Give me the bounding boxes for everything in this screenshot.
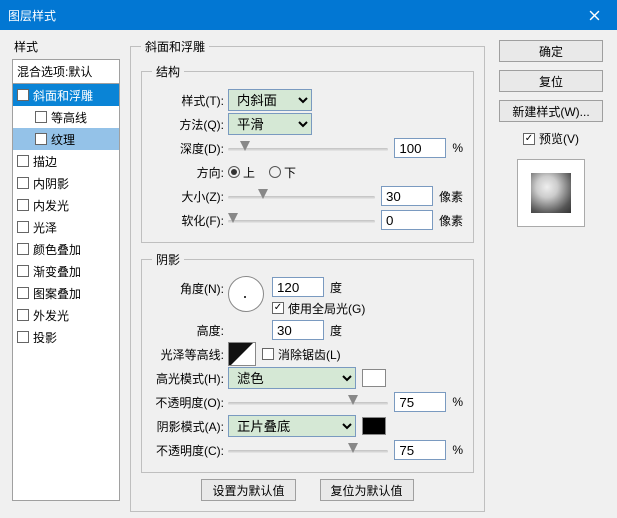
preview-label: 预览(V)	[539, 130, 579, 147]
angle-dial[interactable]	[228, 276, 264, 312]
effect-satin[interactable]: 光泽	[13, 216, 119, 238]
technique-select[interactable]: 平滑	[228, 113, 312, 135]
checkbox-outer-glow[interactable]	[17, 309, 29, 321]
checkbox-inner-glow[interactable]	[17, 199, 29, 211]
highlight-color-swatch[interactable]	[362, 369, 386, 387]
style-select[interactable]: 内斜面	[228, 89, 312, 111]
reset-default-button[interactable]: 复位为默认值	[320, 479, 414, 501]
checkbox-satin[interactable]	[17, 221, 29, 233]
size-unit: 像素	[439, 188, 463, 205]
checkbox-color-overlay[interactable]	[17, 243, 29, 255]
gloss-contour-label: 光泽等高线:	[152, 346, 228, 363]
bevel-emboss-group: 斜面和浮雕 结构 样式(T): 内斜面 方法(Q): 平滑 深度(D):	[130, 38, 485, 512]
effect-pattern-overlay[interactable]: 图案叠加	[13, 282, 119, 304]
depth-label: 深度(D):	[152, 140, 228, 157]
effect-bevel[interactable]: 斜面和浮雕	[13, 84, 119, 106]
direction-up-label: 上	[243, 164, 255, 181]
direction-down-radio[interactable]	[269, 166, 281, 178]
antialias-checkbox[interactable]	[262, 348, 274, 360]
highlight-mode-label: 高光模式(H):	[152, 370, 228, 387]
soften-slider[interactable]	[228, 214, 375, 226]
styles-heading: 样式	[12, 38, 120, 55]
window-title: 图层样式	[8, 7, 56, 24]
effect-inner-glow[interactable]: 内发光	[13, 194, 119, 216]
close-button[interactable]	[572, 0, 617, 30]
effect-outer-glow[interactable]: 外发光	[13, 304, 119, 326]
new-style-button[interactable]: 新建样式(W)...	[499, 100, 603, 122]
checkbox-bevel[interactable]	[17, 89, 29, 101]
shadow-mode-label: 阴影模式(A):	[152, 418, 228, 435]
shading-legend: 阴影	[152, 251, 184, 268]
depth-unit: %	[452, 141, 463, 155]
shadow-opacity-input[interactable]	[394, 440, 446, 460]
highlight-mode-select[interactable]: 滤色	[228, 367, 356, 389]
effect-stroke[interactable]: 描边	[13, 150, 119, 172]
blending-options-label: 混合选项:默认	[17, 65, 92, 79]
technique-label: 方法(Q):	[152, 116, 228, 133]
effect-gradient-overlay[interactable]: 渐变叠加	[13, 260, 119, 282]
shadow-mode-select[interactable]: 正片叠底	[228, 415, 356, 437]
altitude-label: 高度:	[152, 322, 228, 339]
checkbox-gradient-overlay[interactable]	[17, 265, 29, 277]
highlight-opacity-slider[interactable]	[228, 396, 388, 408]
soften-label: 软化(F):	[152, 212, 228, 229]
effect-drop-shadow[interactable]: 投影	[13, 326, 119, 348]
effect-color-overlay[interactable]: 颜色叠加	[13, 238, 119, 260]
global-light-label: 使用全局光(G)	[288, 300, 365, 317]
shadow-opacity-slider[interactable]	[228, 444, 388, 456]
checkbox-pattern-overlay[interactable]	[17, 287, 29, 299]
depth-input[interactable]	[394, 138, 446, 158]
checkbox-inner-shadow[interactable]	[17, 177, 29, 189]
highlight-opacity-label: 不透明度(O):	[152, 394, 228, 411]
angle-input[interactable]	[272, 277, 324, 297]
direction-up-radio[interactable]	[228, 166, 240, 178]
style-label: 样式(T):	[152, 92, 228, 109]
highlight-opacity-input[interactable]	[394, 392, 446, 412]
depth-slider[interactable]	[228, 142, 388, 154]
checkbox-texture[interactable]	[35, 133, 47, 145]
direction-down-label: 下	[284, 164, 296, 181]
altitude-unit: 度	[330, 322, 342, 339]
altitude-input[interactable]	[272, 320, 324, 340]
checkbox-drop-shadow[interactable]	[17, 331, 29, 343]
direction-label: 方向:	[152, 164, 228, 181]
bevel-legend: 斜面和浮雕	[141, 38, 209, 55]
close-icon	[589, 10, 600, 21]
soften-input[interactable]	[381, 210, 433, 230]
blending-options-row[interactable]: 混合选项:默认	[12, 59, 120, 83]
soften-unit: 像素	[439, 212, 463, 229]
make-default-button[interactable]: 设置为默认值	[201, 479, 295, 501]
global-light-checkbox[interactable]	[272, 302, 284, 314]
effect-contour[interactable]: 等高线	[13, 106, 119, 128]
shadow-color-swatch[interactable]	[362, 417, 386, 435]
size-input[interactable]	[381, 186, 433, 206]
size-label: 大小(Z):	[152, 188, 228, 205]
size-slider[interactable]	[228, 190, 375, 202]
preview-thumbnail	[517, 159, 585, 227]
structure-group: 结构 样式(T): 内斜面 方法(Q): 平滑 深度(D):	[141, 63, 474, 243]
preview-checkbox[interactable]	[523, 133, 535, 145]
angle-label: 角度(N):	[152, 276, 228, 297]
shadow-opacity-label: 不透明度(C):	[152, 442, 228, 459]
checkbox-contour[interactable]	[35, 111, 47, 123]
checkbox-stroke[interactable]	[17, 155, 29, 167]
angle-unit: 度	[330, 279, 342, 296]
reset-button[interactable]: 复位	[499, 70, 603, 92]
gloss-contour-picker[interactable]	[228, 342, 256, 366]
antialias-label: 消除锯齿(L)	[278, 346, 341, 363]
effect-texture[interactable]: 纹理	[13, 128, 119, 150]
effect-inner-shadow[interactable]: 内阴影	[13, 172, 119, 194]
ok-button[interactable]: 确定	[499, 40, 603, 62]
shading-group: 阴影 角度(N): 度 使用全局光(G)	[141, 251, 474, 473]
structure-legend: 结构	[152, 63, 184, 80]
effects-list: 斜面和浮雕 等高线 纹理 描边 内阴影 内发光	[12, 83, 120, 501]
